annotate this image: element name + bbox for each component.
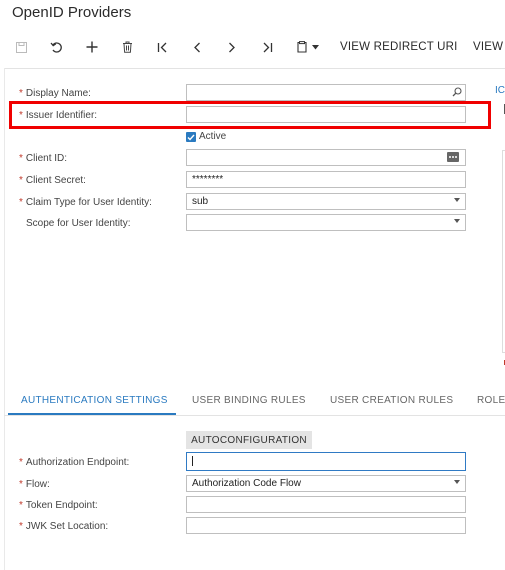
claim-type-select[interactable]: sub: [186, 193, 466, 210]
client-id-label: * Client ID:: [19, 153, 68, 164]
autoconfiguration-button[interactable]: AUTOCONFIGURATION: [186, 431, 312, 449]
content-border: [4, 68, 5, 570]
text-cursor: [192, 456, 193, 466]
first-record-button[interactable]: [152, 34, 172, 60]
flow-label: * Flow:: [19, 479, 50, 490]
authorization-endpoint-input[interactable]: [186, 452, 466, 471]
claim-type-value: sub: [192, 196, 209, 207]
required-marker: *: [19, 479, 23, 490]
save-button[interactable]: [12, 34, 30, 60]
previous-record-button[interactable]: [187, 34, 207, 60]
tab-user-creation-rules[interactable]: USER CREATION RULES: [330, 395, 453, 406]
client-secret-label: * Client Secret:: [19, 175, 86, 186]
last-icon: [263, 42, 272, 52]
clipboard-menu-button[interactable]: [292, 34, 324, 60]
tab-authentication-settings[interactable]: AUTHENTICATION SETTINGS: [21, 395, 168, 406]
required-marker: *: [19, 197, 23, 208]
search-icon[interactable]: [452, 87, 462, 97]
tab-bar: AUTHENTICATION SETTINGS USER BINDING RUL…: [0, 385, 505, 415]
toolbar-divider: [4, 68, 505, 69]
required-marker: *: [19, 88, 23, 99]
display-name-input[interactable]: [186, 84, 466, 101]
tab-role[interactable]: ROLE: [477, 395, 505, 406]
more-icon[interactable]: [447, 152, 459, 162]
first-icon: [157, 42, 166, 52]
display-name-label: * Display Name:: [19, 88, 91, 99]
required-marker: *: [19, 175, 23, 186]
claim-type-label: * Claim Type for User Identity:: [19, 197, 152, 208]
page-title: OpenID Providers: [12, 4, 132, 21]
scope-select[interactable]: [186, 214, 466, 231]
token-endpoint-label: * Token Endpoint:: [19, 500, 98, 511]
token-endpoint-input[interactable]: [186, 496, 466, 513]
chevron-left-icon: [194, 42, 200, 52]
required-marker: *: [19, 457, 23, 468]
trash-icon: [122, 41, 132, 53]
chevron-right-icon: [229, 42, 235, 52]
clipboard-icon: [297, 41, 307, 53]
active-checkbox[interactable]: [186, 132, 196, 142]
client-id-input[interactable]: [186, 149, 466, 166]
checkmark-icon: [187, 134, 195, 141]
required-marker: *: [19, 500, 23, 511]
required-marker: *: [19, 521, 23, 532]
tab-divider: [4, 415, 505, 416]
undo-icon: [50, 42, 62, 53]
authorization-endpoint-label: * Authorization Endpoint:: [19, 457, 130, 468]
chevron-down-icon: [454, 480, 460, 484]
plus-icon: [86, 41, 98, 53]
view-more-button[interactable]: VIEW: [473, 34, 503, 60]
flow-value: Authorization Code Flow: [192, 478, 301, 489]
required-marker: *: [19, 153, 23, 164]
jwk-set-location-input[interactable]: [186, 517, 466, 534]
delete-button[interactable]: [117, 34, 137, 60]
highlight-box: [9, 101, 491, 129]
save-icon: [15, 41, 27, 53]
tab-user-binding-rules[interactable]: USER BINDING RULES: [192, 395, 306, 406]
caret-down-icon: [312, 44, 319, 49]
toolbar: VIEW REDIRECT URI VIEW: [0, 34, 505, 60]
scope-label: Scope for User Identity:: [26, 218, 131, 229]
active-label: Active: [199, 131, 227, 142]
client-secret-input[interactable]: ********: [186, 171, 466, 188]
right-panel-link[interactable]: IC: [495, 85, 505, 96]
view-redirect-uri-button[interactable]: VIEW REDIRECT URI: [340, 34, 458, 60]
active-tab-indicator: [8, 413, 176, 415]
next-record-button[interactable]: [222, 34, 242, 60]
add-button[interactable]: [82, 34, 102, 60]
flow-select[interactable]: Authorization Code Flow: [186, 475, 466, 492]
last-record-button[interactable]: [257, 34, 277, 60]
chevron-down-icon: [454, 198, 460, 202]
jwk-set-location-label: * JWK Set Location:: [19, 521, 109, 532]
chevron-down-icon: [454, 219, 460, 223]
undo-button[interactable]: [46, 34, 66, 60]
